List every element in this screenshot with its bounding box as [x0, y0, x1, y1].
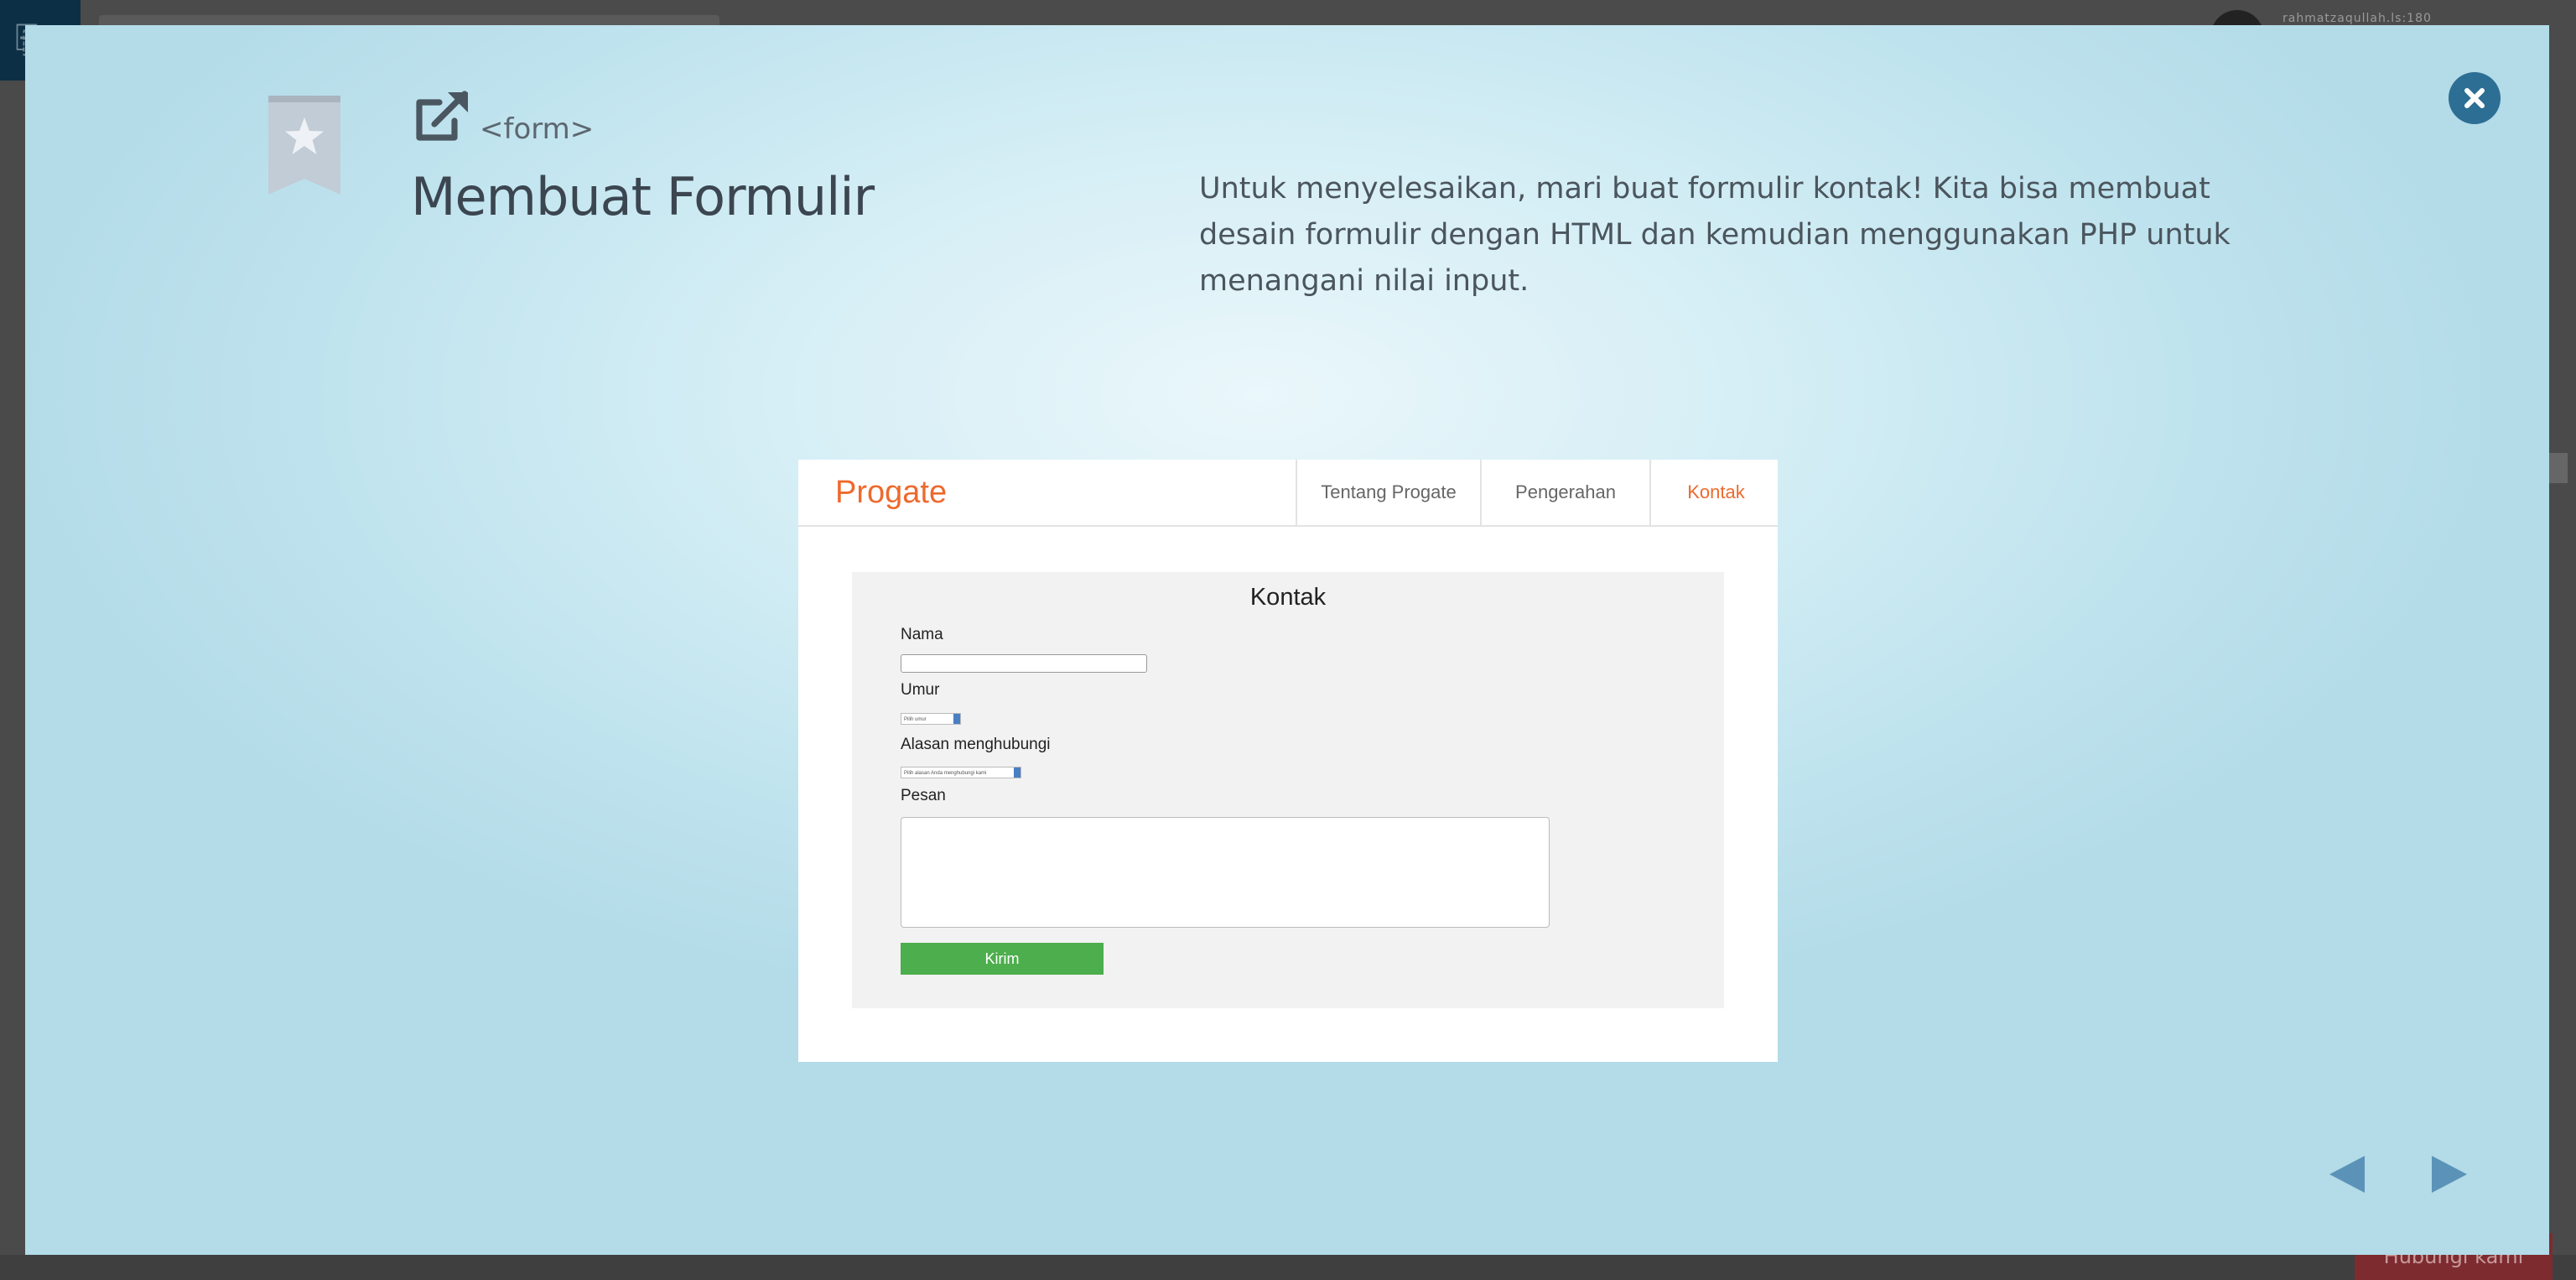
slide-description: Untuk menyelesaikan, mari buat formulir …: [1199, 172, 2231, 298]
illustration-age-placeholder: Pilih umur: [904, 717, 927, 722]
bookmark-ribbon-edge: [268, 96, 340, 102]
illustration-form-panel: Kontak Nama Umur Pilih umur Alasan mengh…: [852, 572, 1724, 1008]
illustration-message-textarea: [901, 817, 1550, 928]
prev-slide-button[interactable]: [2328, 1154, 2366, 1194]
background-bottom-bar: [0, 1255, 2576, 1280]
external-link-icon: [416, 91, 468, 141]
illustration-reason-label: Alasan menghubungi: [901, 736, 1051, 753]
illustration-nav-careers: Pengerahan: [1480, 460, 1649, 525]
bookmark-star-icon: [285, 117, 324, 154]
form-example-illustration: Progate Tentang Progate Pengerahan Konta…: [798, 460, 1778, 1062]
illustration-age-label: Umur: [901, 681, 940, 699]
slide-tag-label: <form>: [480, 112, 595, 146]
illustration-name-input: [901, 654, 1147, 673]
illustration-name-label: Nama: [901, 626, 943, 643]
user-label: rahmatzaqullah.ls:180: [2283, 12, 2432, 25]
close-icon: [2464, 88, 2485, 108]
close-button[interactable]: [2449, 72, 2501, 124]
next-slide-button[interactable]: [2430, 1154, 2469, 1194]
illustration-submit-button: Kirim: [901, 943, 1104, 975]
illustration-nav: Tentang Progate Pengerahan Kontak: [1296, 460, 1781, 525]
illustration-age-select: Pilih umur: [901, 713, 961, 725]
illustration-nav-about: Tentang Progate: [1296, 460, 1480, 525]
illustration-header: Progate Tentang Progate Pengerahan Konta…: [798, 460, 1778, 527]
illustration-reason-placeholder: Pilih alasan Anda menghubungi kami: [904, 771, 987, 776]
triangle-right-icon: [2432, 1156, 2467, 1193]
triangle-left-icon: [2329, 1156, 2365, 1193]
background-scrollbar: [2549, 453, 2568, 483]
bookmark-ribbon[interactable]: [268, 96, 340, 195]
slide-modal: <form> Membuat Formulir Untuk menyelesai…: [25, 25, 2549, 1255]
illustration-brand: Progate: [835, 475, 948, 510]
select-arrow-icon: [1014, 767, 1021, 778]
illustration-nav-contact: Kontak: [1649, 460, 1781, 525]
illustration-form-title: Kontak: [1249, 584, 1327, 611]
illustration-reason-select: Pilih alasan Anda menghubungi kami: [901, 767, 1021, 778]
select-arrow-icon: [953, 714, 960, 724]
illustration-message-label: Pesan: [901, 787, 946, 804]
slide-title: Membuat Formulir: [411, 166, 875, 227]
